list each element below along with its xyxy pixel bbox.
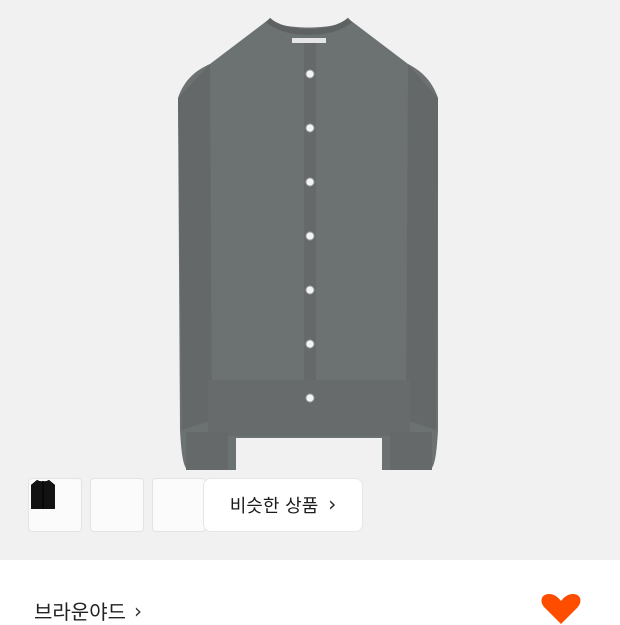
thumbnail-black[interactable] [31,478,144,532]
chevron-right-icon: › [328,492,337,516]
cardigan-thumb-icon [31,480,55,509]
product-image[interactable]: 비슷한 상품 › [0,0,620,560]
color-thumbnail-list [28,478,206,532]
brand-name: 브라운야드 [34,600,126,624]
similar-products-button[interactable]: 비슷한 상품 › [203,478,363,532]
cardigan-illustration [178,17,438,470]
similar-products-label: 비슷한 상품 [229,496,319,517]
chevron-right-icon: › [134,598,142,623]
brand-link[interactable]: 브라운야드 › [34,596,142,625]
thumbnail-black-dark[interactable] [31,478,206,532]
